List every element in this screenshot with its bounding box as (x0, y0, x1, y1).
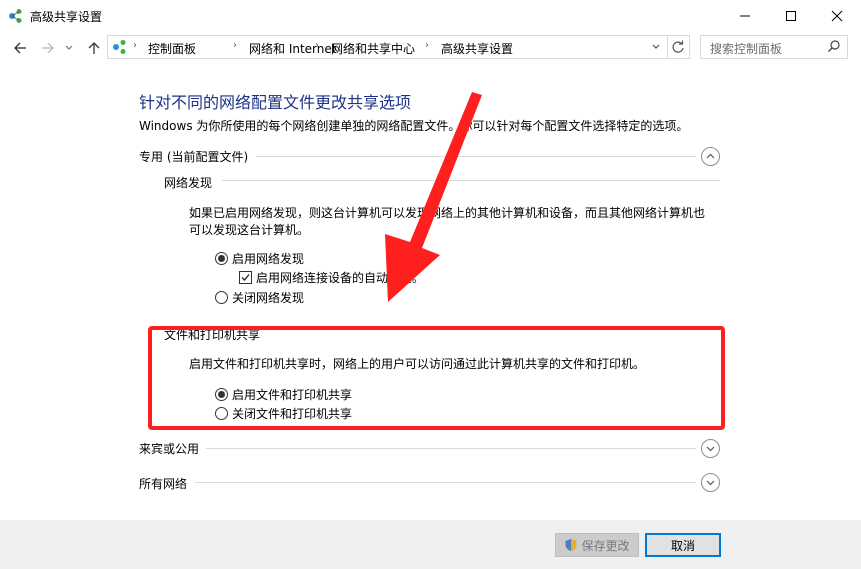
section-all-networks-label: 所有网络 (139, 477, 188, 491)
cancel-button-label: 取消 (670, 538, 695, 553)
back-button[interactable] (11, 39, 29, 57)
arrow-left-icon (14, 42, 26, 54)
network-icon (113, 40, 126, 54)
annotation-arrow-icon (385, 92, 482, 302)
save-button[interactable]: 保存更改 (555, 533, 639, 557)
section-all-networks-toggle[interactable] (701, 473, 720, 492)
breadcrumb-separator-icon: › (315, 40, 319, 51)
highlight-box (148, 326, 725, 430)
chevron-down-icon (65, 45, 73, 50)
breadcrumb-advanced-sharing[interactable]: 高级共享设置 (441, 40, 513, 57)
breadcrumb-network-sharing-center[interactable]: 网络和共享中心 (331, 40, 415, 57)
cancel-button[interactable]: 取消 (645, 533, 721, 557)
maximize-button[interactable] (768, 0, 814, 31)
address-bar[interactable]: › 控制面板 › 网络和 Internet › 网络和共享中心 › 高级共享设置 (107, 35, 668, 59)
save-button-label: 保存更改 (581, 538, 630, 553)
network-discovery-label: 网络发现 (164, 176, 213, 190)
section-guest-label: 来宾或公用 (139, 442, 200, 456)
divider (195, 482, 696, 483)
network-discovery-on-label: 启用网络发现 (232, 252, 305, 266)
arrow-up-icon (88, 42, 100, 54)
breadcrumb-control-panel[interactable]: 控制面板 (148, 40, 196, 57)
network-discovery-on-option[interactable]: 启用网络发现 (215, 250, 304, 267)
breadcrumb-separator-icon: › (133, 40, 137, 51)
refresh-icon (672, 40, 684, 53)
breadcrumb-separator-icon: › (233, 40, 237, 51)
chevron-down-icon (706, 480, 715, 486)
shield-icon (565, 539, 577, 551)
network-discovery-off-option[interactable]: 关闭网络发现 (215, 289, 304, 306)
close-icon (831, 10, 843, 21)
network-discovery-off-label: 关闭网络发现 (232, 291, 305, 305)
footer-bar (0, 520, 861, 569)
refresh-button[interactable] (667, 35, 690, 59)
auto-setup-checkbox[interactable] (239, 271, 252, 284)
checkmark-icon (241, 274, 250, 281)
section-private-label: 专用 (当前配置文件) (139, 150, 249, 164)
chevron-down-icon[interactable] (651, 42, 661, 52)
close-button[interactable] (814, 0, 860, 31)
up-button[interactable] (85, 39, 103, 57)
arrow-right-icon (42, 42, 54, 54)
window-title: 高级共享设置 (30, 10, 103, 24)
minimize-button[interactable] (722, 0, 768, 31)
search-icon (828, 40, 840, 52)
section-private-toggle[interactable] (701, 147, 720, 166)
search-placeholder: 搜索控制面板 (710, 42, 783, 56)
recent-locations-button[interactable] (63, 39, 75, 57)
search-input[interactable]: 搜索控制面板 (700, 35, 848, 59)
divider (206, 448, 696, 449)
maximize-icon (786, 10, 796, 21)
network-discovery-on-radio[interactable] (215, 252, 228, 265)
forward-button[interactable] (39, 39, 57, 57)
chevron-down-icon (706, 446, 715, 452)
breadcrumb-separator-icon: › (425, 40, 429, 51)
breadcrumb-network-internet[interactable]: 网络和 Internet (249, 40, 336, 57)
minimize-icon (740, 15, 750, 16)
section-guest-toggle[interactable] (701, 439, 720, 458)
network-discovery-off-radio[interactable] (215, 291, 228, 304)
chevron-up-icon (706, 153, 715, 159)
network-icon (9, 9, 22, 23)
